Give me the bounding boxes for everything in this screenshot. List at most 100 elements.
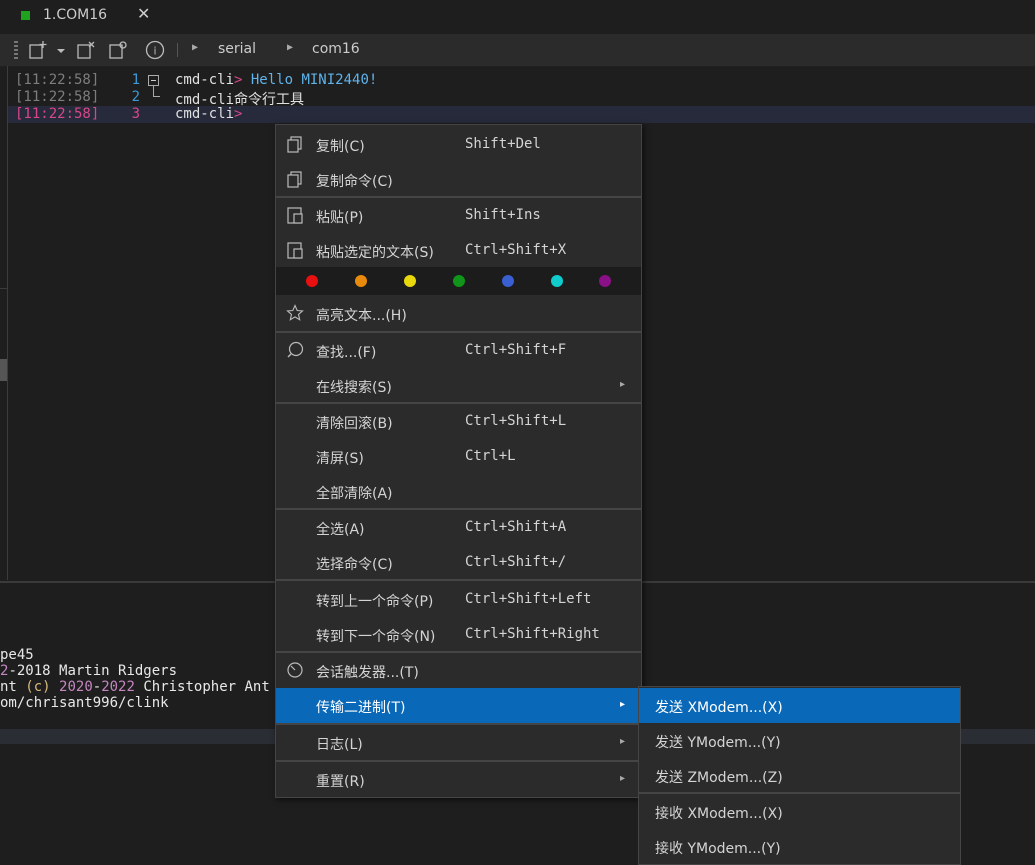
session-settings-icon[interactable]: [108, 40, 128, 60]
highlight-color-purple[interactable]: [599, 275, 611, 287]
menu-label: 转到上一个命令(P): [316, 594, 434, 610]
line-text: cmd-cli> Hello MINI2440!: [175, 72, 378, 88]
paste-icon: [287, 242, 303, 259]
line-timestamp: [11:22:58]: [15, 106, 100, 122]
line-timestamp: [11:22:58]: [15, 89, 100, 105]
menu-item-clear-all[interactable]: 全部清除(A): [276, 474, 641, 509]
submenu-send-zmodem[interactable]: 发送 ZModem...(Z): [639, 758, 960, 793]
menu-shortcut: Ctrl+Shift+/: [465, 554, 567, 570]
find-icon: [287, 341, 304, 358]
breadcrumb-com16[interactable]: com16: [312, 41, 360, 57]
submenu-arrow-icon: ▸: [619, 736, 625, 747]
menu-shortcut: Ctrl+Shift+L: [465, 413, 567, 429]
new-session-icon[interactable]: [28, 40, 48, 60]
menu-label: 发送 YModem...(Y): [655, 735, 781, 751]
highlight-color-green[interactable]: [453, 275, 465, 287]
copy-icon: [287, 136, 302, 153]
line-number: 3: [131, 106, 140, 122]
submenu-send-ymodem[interactable]: 发送 YModem...(Y): [639, 723, 960, 758]
tab-title: 1.COM16: [43, 7, 108, 23]
terminal-line: [11:22:58] 1 cmd-cli> Hello MINI2440!: [8, 72, 1035, 89]
menu-item-reset[interactable]: 重置(R) ▸: [276, 762, 641, 797]
menu-label: 选择命令(C): [316, 557, 393, 573]
menu-item-next-command[interactable]: 转到下一个命令(N) Ctrl+Shift+Right: [276, 617, 641, 652]
submenu-send-xmodem[interactable]: 发送 XModem...(X): [639, 688, 960, 723]
fold-end-icon: [153, 86, 160, 97]
menu-item-paste[interactable]: 粘贴(P) Shift+Ins: [276, 198, 641, 233]
menu-item-clear-scrollback[interactable]: 清除回滚(B) Ctrl+Shift+L: [276, 404, 641, 439]
menu-label: 接收 YModem...(Y): [655, 841, 781, 857]
menu-label: 转到下一个命令(N): [316, 629, 436, 645]
scroll-marker[interactable]: [0, 359, 7, 381]
menu-label: 传输二进制(T): [316, 700, 406, 716]
menu-item-online-search[interactable]: 在线搜索(S) ▸: [276, 368, 641, 403]
menu-item-find[interactable]: 查找...(F) Ctrl+Shift+F: [276, 333, 641, 368]
highlight-color-blue[interactable]: [502, 275, 514, 287]
toolbar-grip-icon[interactable]: [14, 41, 18, 59]
menu-item-transfer-binary[interactable]: 传输二进制(T) ▸: [276, 688, 641, 723]
tab-bar: 1.COM16 ✕: [0, 0, 1035, 32]
menu-item-log[interactable]: 日志(L) ▸: [276, 725, 641, 760]
highlight-color-yellow[interactable]: [404, 275, 416, 287]
dropdown-chevron-icon[interactable]: [54, 40, 68, 60]
info-icon[interactable]: i: [145, 40, 165, 60]
line-text: cmd-cli>: [175, 106, 243, 122]
menu-item-clear-screen[interactable]: 清屏(S) Ctrl+L: [276, 439, 641, 474]
close-session-icon[interactable]: [76, 40, 96, 60]
connection-status-icon: [21, 10, 30, 20]
toolbar-separator: [177, 43, 178, 57]
console-line: nt (c) 2020-2022 Christopher Ant: [0, 679, 270, 695]
menu-item-prev-command[interactable]: 转到上一个命令(P) Ctrl+Shift+Left: [276, 582, 641, 617]
line-timestamp: [11:22:58]: [15, 72, 100, 88]
console-line: pe45: [0, 647, 34, 663]
submenu-arrow-icon: ▸: [619, 379, 625, 390]
menu-label: 重置(R): [316, 774, 365, 790]
submenu-receive-ymodem[interactable]: 接收 YModem...(Y): [639, 829, 960, 864]
breadcrumb-arrow-icon: ▶: [192, 42, 199, 53]
menu-label: 高亮文本...(H): [316, 308, 407, 324]
menu-label: 接收 XModem...(X): [655, 806, 783, 822]
menu-item-select-all[interactable]: 全选(A) Ctrl+Shift+A: [276, 510, 641, 545]
menu-item-paste-selected[interactable]: 粘贴选定的文本(S) Ctrl+Shift+X: [276, 233, 641, 268]
menu-shortcut: Ctrl+Shift+A: [465, 519, 567, 535]
menu-label: 粘贴(P): [316, 210, 364, 226]
terminal-line-current: [11:22:58] 3 cmd-cli>: [8, 106, 1035, 123]
menu-label: 全部清除(A): [316, 486, 393, 502]
menu-item-copy-command[interactable]: 复制命令(C): [276, 162, 641, 197]
menu-item-copy[interactable]: 复制(C) Shift+Del: [276, 127, 641, 162]
menu-label: 清屏(S): [316, 451, 364, 467]
highlight-color-red[interactable]: [306, 275, 318, 287]
submenu-arrow-icon: ▸: [619, 699, 625, 710]
menu-shortcut: Ctrl+L: [465, 448, 516, 464]
menu-item-highlight[interactable]: 高亮文本...(H): [276, 296, 641, 331]
highlight-color-orange[interactable]: [355, 275, 367, 287]
fold-toggle-icon[interactable]: [148, 75, 159, 86]
close-tab-icon[interactable]: ✕: [137, 4, 150, 23]
tab-com16[interactable]: 1.COM16 ✕: [0, 0, 165, 30]
menu-item-select-command[interactable]: 选择命令(C) Ctrl+Shift+/: [276, 545, 641, 580]
menu-item-session-trigger[interactable]: 会话触发器...(T): [276, 653, 641, 688]
menu-shortcut: Shift+Ins: [465, 207, 541, 223]
breadcrumb-arrow-icon: ▶: [287, 42, 294, 53]
line-number: 2: [131, 89, 140, 105]
menu-label: 复制命令(C): [316, 174, 393, 190]
menu-shortcut: Shift+Del: [465, 136, 541, 152]
menu-label: 全选(A): [316, 522, 365, 538]
menu-shortcut: Ctrl+Shift+Left: [465, 591, 592, 607]
svg-text:i: i: [153, 45, 156, 58]
console-line: 2-2018 Martin Ridgers: [0, 663, 178, 679]
menu-label: 发送 ZModem...(Z): [655, 770, 783, 786]
copy-icon: [287, 171, 302, 188]
paste-icon: [287, 207, 303, 224]
highlight-color-cyan[interactable]: [551, 275, 563, 287]
menu-shortcut: Ctrl+Shift+Right: [465, 626, 600, 642]
menu-label: 粘贴选定的文本(S): [316, 245, 434, 261]
submenu-arrow-icon: ▸: [619, 773, 625, 784]
console-line: om/chrisant996/clink: [0, 695, 169, 711]
context-menu: 复制(C) Shift+Del 复制命令(C) 粘贴(P) Shift+Ins …: [275, 124, 642, 798]
submenu-receive-xmodem[interactable]: 接收 XModem...(X): [639, 794, 960, 829]
pane-left-rule: [0, 288, 8, 289]
breadcrumb-serial[interactable]: serial: [218, 41, 256, 57]
trigger-icon: [287, 662, 303, 678]
menu-label: 清除回滚(B): [316, 416, 393, 432]
